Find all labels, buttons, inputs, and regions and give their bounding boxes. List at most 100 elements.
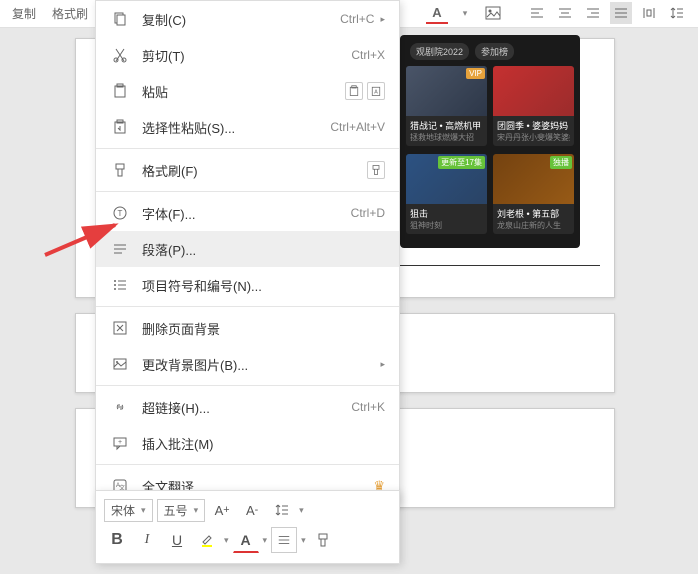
dropdown-icon[interactable]: ▾ — [224, 535, 229, 546]
align-right-icon[interactable] — [582, 2, 604, 24]
decrease-font-button[interactable]: A- — [239, 497, 265, 523]
menu-change-bg[interactable]: 更改背景图片(B)... ▸ — [96, 346, 399, 382]
font-size-value: 五号 — [164, 502, 188, 519]
align-center-icon[interactable] — [554, 2, 576, 24]
media-title: 猎战记 • 高燃机甲 — [410, 119, 483, 132]
menu-divider — [96, 306, 399, 307]
tab-format-brush[interactable]: 格式刷 — [44, 1, 96, 26]
mini-toolbar: 宋体 ▾ 五号 ▾ A+ A- ▾ B I U ▾ A ▾ ▾ — [95, 490, 400, 564]
submenu-arrow-icon: ▸ — [380, 14, 385, 25]
comment-icon: + — [110, 433, 130, 453]
menu-label: 插入批注(M) — [142, 434, 385, 453]
menu-label: 粘贴 — [142, 82, 337, 101]
menu-format-brush[interactable]: 格式刷(F) — [96, 152, 399, 188]
menu-label: 格式刷(F) — [142, 161, 359, 180]
svg-text:+: + — [118, 439, 122, 446]
menu-hyperlink[interactable]: 超链接(H)... Ctrl+K — [96, 389, 399, 425]
media-title: 团圆季 • 婆婆妈妈 — [497, 119, 570, 132]
exclusive-badge: 独播 — [550, 156, 572, 169]
media-subtitle: 宋丹丹张小斐爆笑婆媳 — [497, 132, 570, 143]
menu-comment[interactable]: + 插入批注(M) — [96, 425, 399, 461]
menu-label: 更改背景图片(B)... — [142, 355, 380, 374]
menu-divider — [96, 191, 399, 192]
menu-bullets[interactable]: 项目符号和编号(N)... — [96, 267, 399, 303]
menu-paste-special[interactable]: 选择性粘贴(S)... Ctrl+Alt+V — [96, 109, 399, 145]
paste-opt-1-icon[interactable] — [345, 82, 363, 100]
media-card[interactable]: 团圆季 • 婆婆妈妈 宋丹丹张小斐爆笑婆媳 — [493, 66, 574, 146]
menu-label: 复制(C) — [142, 10, 340, 29]
menu-paste[interactable]: 粘贴 A — [96, 73, 399, 109]
align-justify-icon[interactable] — [610, 2, 632, 24]
italic-button[interactable]: I — [134, 527, 160, 553]
paste-opt-2-icon[interactable]: A — [367, 82, 385, 100]
menu-delete-bg[interactable]: 删除页面背景 — [96, 310, 399, 346]
menu-paragraph[interactable]: 段落(P)... — [96, 231, 399, 267]
menu-divider — [96, 464, 399, 465]
svg-text:T: T — [118, 209, 123, 218]
media-card[interactable]: 独播 刘老根 • 第五部 龙泉山庄新的人生 — [493, 154, 574, 234]
menu-label: 项目符号和编号(N)... — [142, 276, 385, 295]
image-icon[interactable] — [482, 2, 504, 24]
distribute-icon[interactable] — [638, 2, 660, 24]
menu-shortcut: Ctrl+X — [351, 48, 385, 62]
font-size-select[interactable]: 五号 ▾ — [157, 499, 206, 522]
submenu-arrow-icon: ▸ — [380, 359, 385, 370]
delete-bg-icon — [110, 318, 130, 338]
menu-copy[interactable]: 复制(C) Ctrl+C ▸ — [96, 1, 399, 37]
menu-shortcut: Ctrl+K — [351, 400, 385, 414]
font-name-value: 宋体 — [111, 502, 135, 519]
dropdown-icon[interactable]: ▾ — [299, 505, 304, 516]
font-color-button[interactable]: A — [233, 527, 259, 553]
horizontal-rule — [400, 265, 600, 266]
media-card[interactable]: 更新至17集 狙击 狙神时刻 — [406, 154, 487, 234]
media-panel: 观剧院2022 参加榜 VIP 猎战记 • 高燃机甲 拯救地球燃爆大招 团圆季 … — [400, 35, 580, 248]
menu-label: 段落(P)... — [142, 240, 385, 259]
menu-cut[interactable]: 剪切(T) Ctrl+X — [96, 37, 399, 73]
menu-divider — [96, 385, 399, 386]
paste-options: A — [345, 82, 385, 100]
dropdown-icon[interactable]: ▾ — [263, 535, 268, 546]
context-menu: 复制(C) Ctrl+C ▸ 剪切(T) Ctrl+X 粘贴 A 选择性粘贴(S… — [95, 0, 400, 505]
svg-text:A: A — [374, 89, 378, 95]
media-title: 狙击 — [410, 207, 483, 220]
menu-shortcut: Ctrl+D — [351, 206, 385, 220]
paste-special-icon — [110, 117, 130, 137]
align-left-icon[interactable] — [526, 2, 548, 24]
line-spacing-icon[interactable] — [666, 2, 688, 24]
format-brush-icon — [110, 160, 130, 180]
media-tag[interactable]: 观剧院2022 — [410, 43, 469, 60]
dropdown-icon[interactable]: ▾ — [301, 535, 306, 546]
dropdown-icon: ▾ — [194, 505, 199, 516]
format-brush-extra — [367, 161, 385, 179]
font-color-dropdown[interactable]: ▾ — [454, 2, 476, 24]
media-title: 刘老根 • 第五部 — [497, 207, 570, 220]
align-button[interactable] — [271, 527, 297, 553]
line-spacing-button[interactable] — [269, 497, 295, 523]
cut-icon — [110, 45, 130, 65]
format-brush-opt-icon[interactable] — [367, 161, 385, 179]
media-card[interactable]: VIP 猎战记 • 高燃机甲 拯救地球燃爆大招 — [406, 66, 487, 146]
media-tag[interactable]: 参加榜 — [475, 43, 514, 60]
underline-button[interactable]: U — [164, 527, 190, 553]
copy-icon — [110, 9, 130, 29]
paragraph-icon — [110, 239, 130, 259]
bold-button[interactable]: B — [104, 527, 130, 553]
media-subtitle: 狙神时刻 — [410, 220, 483, 231]
menu-label: 选择性粘贴(S)... — [142, 118, 330, 137]
paste-icon — [110, 81, 130, 101]
menu-shortcut: Ctrl+C — [340, 12, 374, 26]
tab-copy[interactable]: 复制 — [4, 1, 44, 26]
menu-divider — [96, 148, 399, 149]
increase-font-button[interactable]: A+ — [209, 497, 235, 523]
highlight-button[interactable] — [194, 527, 220, 553]
font-name-select[interactable]: 宋体 ▾ — [104, 499, 153, 522]
menu-label: 删除页面背景 — [142, 319, 385, 338]
menu-label: 超链接(H)... — [142, 398, 351, 417]
episode-badge: 更新至17集 — [438, 156, 485, 169]
font-icon: T — [110, 203, 130, 223]
font-color-icon[interactable]: A — [426, 2, 448, 24]
bullets-icon — [110, 275, 130, 295]
format-brush-button[interactable] — [310, 527, 336, 553]
vip-badge: VIP — [466, 68, 485, 79]
menu-font[interactable]: T 字体(F)... Ctrl+D — [96, 195, 399, 231]
